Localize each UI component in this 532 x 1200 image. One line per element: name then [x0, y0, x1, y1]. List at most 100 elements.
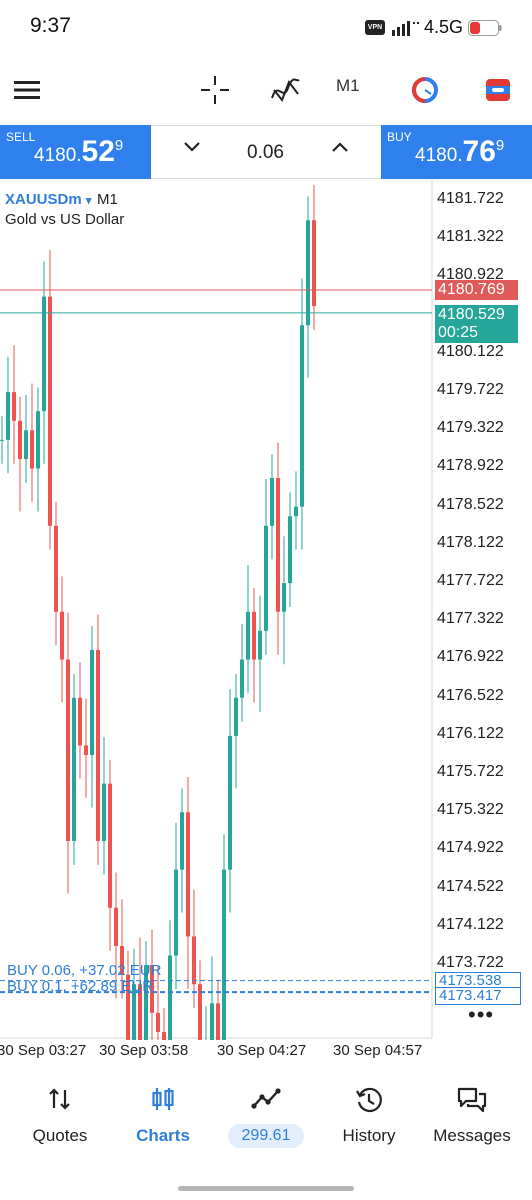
y-tick-label: 4179.322: [437, 419, 504, 437]
y-tick-label: 4175.722: [437, 763, 504, 780]
indicators-icon[interactable]: [265, 70, 305, 110]
battery-icon: [468, 20, 502, 36]
candle-body: [180, 812, 184, 870]
nav-trade[interactable]: [216, 1086, 316, 1117]
candle-body: [12, 392, 16, 421]
x-tick-label: 30 Sep 03:58: [99, 1042, 189, 1059]
chart-type-icon[interactable]: [405, 70, 445, 110]
candle-body: [54, 525, 58, 612]
menu-icon[interactable]: [7, 70, 47, 110]
candle-body: [6, 392, 10, 440]
ask-price-tag: 4180.769: [435, 280, 518, 300]
buy-label: BUY: [387, 130, 412, 144]
symbol-timeframe: M1: [97, 191, 118, 208]
candle-body: [24, 430, 28, 459]
chevron-up-icon[interactable]: [330, 140, 350, 154]
nav-charts-label: Charts: [136, 1126, 190, 1145]
candle-body: [102, 783, 106, 841]
candle-body: [90, 649, 94, 756]
y-tick-label: 4178.922: [437, 457, 504, 475]
toolbar: [0, 56, 532, 122]
candle-body: [240, 659, 244, 698]
y-tick-label: 4176.522: [437, 686, 504, 704]
position-label[interactable]: BUY 0.06, +37.02 EUR: [7, 962, 161, 979]
y-tick-label: 4174.522: [437, 877, 504, 895]
candle-body: [186, 812, 190, 937]
candle-body: [294, 506, 298, 517]
candle-body: [258, 630, 262, 660]
volume-value[interactable]: 0.06: [247, 142, 284, 164]
trade-icon: [251, 1088, 281, 1109]
buy-button[interactable]: BUY 4180.769: [381, 125, 532, 179]
candle-body: [288, 516, 292, 584]
nav-quotes-label: Quotes: [32, 1126, 88, 1145]
nav-messages-label: Messages: [433, 1126, 511, 1145]
candle-body: [60, 611, 64, 660]
messages-icon: [457, 1087, 487, 1113]
candle-body: [276, 478, 280, 612]
chevron-down-icon[interactable]: [182, 140, 202, 154]
signal-icon: [392, 21, 419, 36]
candle-body: [162, 1031, 166, 1040]
bar-countdown: 00:25: [438, 323, 479, 341]
candle-body: [306, 220, 310, 326]
candle-body: [264, 525, 268, 631]
candle-body: [282, 583, 286, 612]
nav-quotes[interactable]: [10, 1086, 110, 1117]
candle-body: [156, 1012, 160, 1032]
nav-charts[interactable]: [113, 1086, 213, 1117]
candle-body: [96, 649, 100, 841]
y-tick-label: 4174.122: [437, 915, 504, 933]
symbol-dropdown-icon: ▾: [85, 195, 92, 207]
candle-body: [234, 697, 238, 736]
candle-body: [72, 697, 76, 841]
candle-body: [30, 430, 34, 469]
nav-history[interactable]: [319, 1086, 419, 1119]
buy-price: 4180.769: [415, 135, 505, 168]
y-tick-label: 4175.322: [437, 801, 504, 819]
y-tick-label: 4176.122: [437, 724, 504, 742]
y-tick-label: 4176.922: [437, 648, 504, 666]
history-icon: [356, 1087, 382, 1113]
sell-button[interactable]: SELL 4180.529: [0, 125, 151, 179]
candle-body: [78, 697, 82, 746]
y-tick-label: 4177.722: [437, 572, 504, 589]
network-label: 4.5G: [424, 17, 464, 37]
position-price-tag: 4173.417: [435, 987, 521, 1006]
candle-body: [42, 296, 46, 412]
charts-icon: [152, 1088, 174, 1110]
symbol-description: Gold vs US Dollar: [5, 211, 125, 228]
position-label[interactable]: BUY 0.1, +62.89 EUR: [7, 978, 153, 995]
candle-body: [36, 411, 40, 469]
candle-body: [222, 869, 226, 1040]
timeframe-button[interactable]: M1: [336, 76, 360, 96]
status-time: 9:37: [30, 14, 71, 37]
trade-icon[interactable]: [478, 70, 518, 110]
vpn-icon: VPN: [365, 20, 385, 35]
more-options-icon[interactable]: •••: [468, 1002, 494, 1028]
y-tick-label: 4178.122: [437, 533, 504, 551]
symbol-name[interactable]: XAUUSDm ▾: [5, 191, 91, 208]
y-tick-label: 4178.522: [437, 495, 504, 513]
y-tick-label: 4180.122: [437, 342, 504, 360]
candle-body: [108, 783, 112, 908]
nav-messages[interactable]: [422, 1086, 522, 1119]
y-tick-label: 4174.922: [437, 839, 504, 857]
sell-label: SELL: [6, 130, 36, 144]
crosshair-icon[interactable]: [195, 70, 235, 110]
candle-body: [48, 296, 52, 526]
sell-price: 4180.529: [34, 135, 124, 168]
candle-body: [192, 936, 196, 985]
bid-price-tag: 4180.529 00:25: [435, 304, 518, 343]
candle-body: [216, 1003, 220, 1040]
y-tick-label: 4179.722: [437, 381, 504, 398]
y-tick-label: 4177.322: [437, 610, 504, 628]
candle-body: [174, 869, 178, 956]
x-tick-label: 30 Sep 03:27: [0, 1042, 87, 1059]
candle-body: [300, 325, 304, 507]
candle-body: [18, 420, 22, 459]
candle-body: [252, 611, 256, 660]
y-tick-label: 4173.722: [437, 954, 504, 971]
nav-history-label: History: [342, 1126, 396, 1145]
candle-body: [84, 745, 88, 756]
